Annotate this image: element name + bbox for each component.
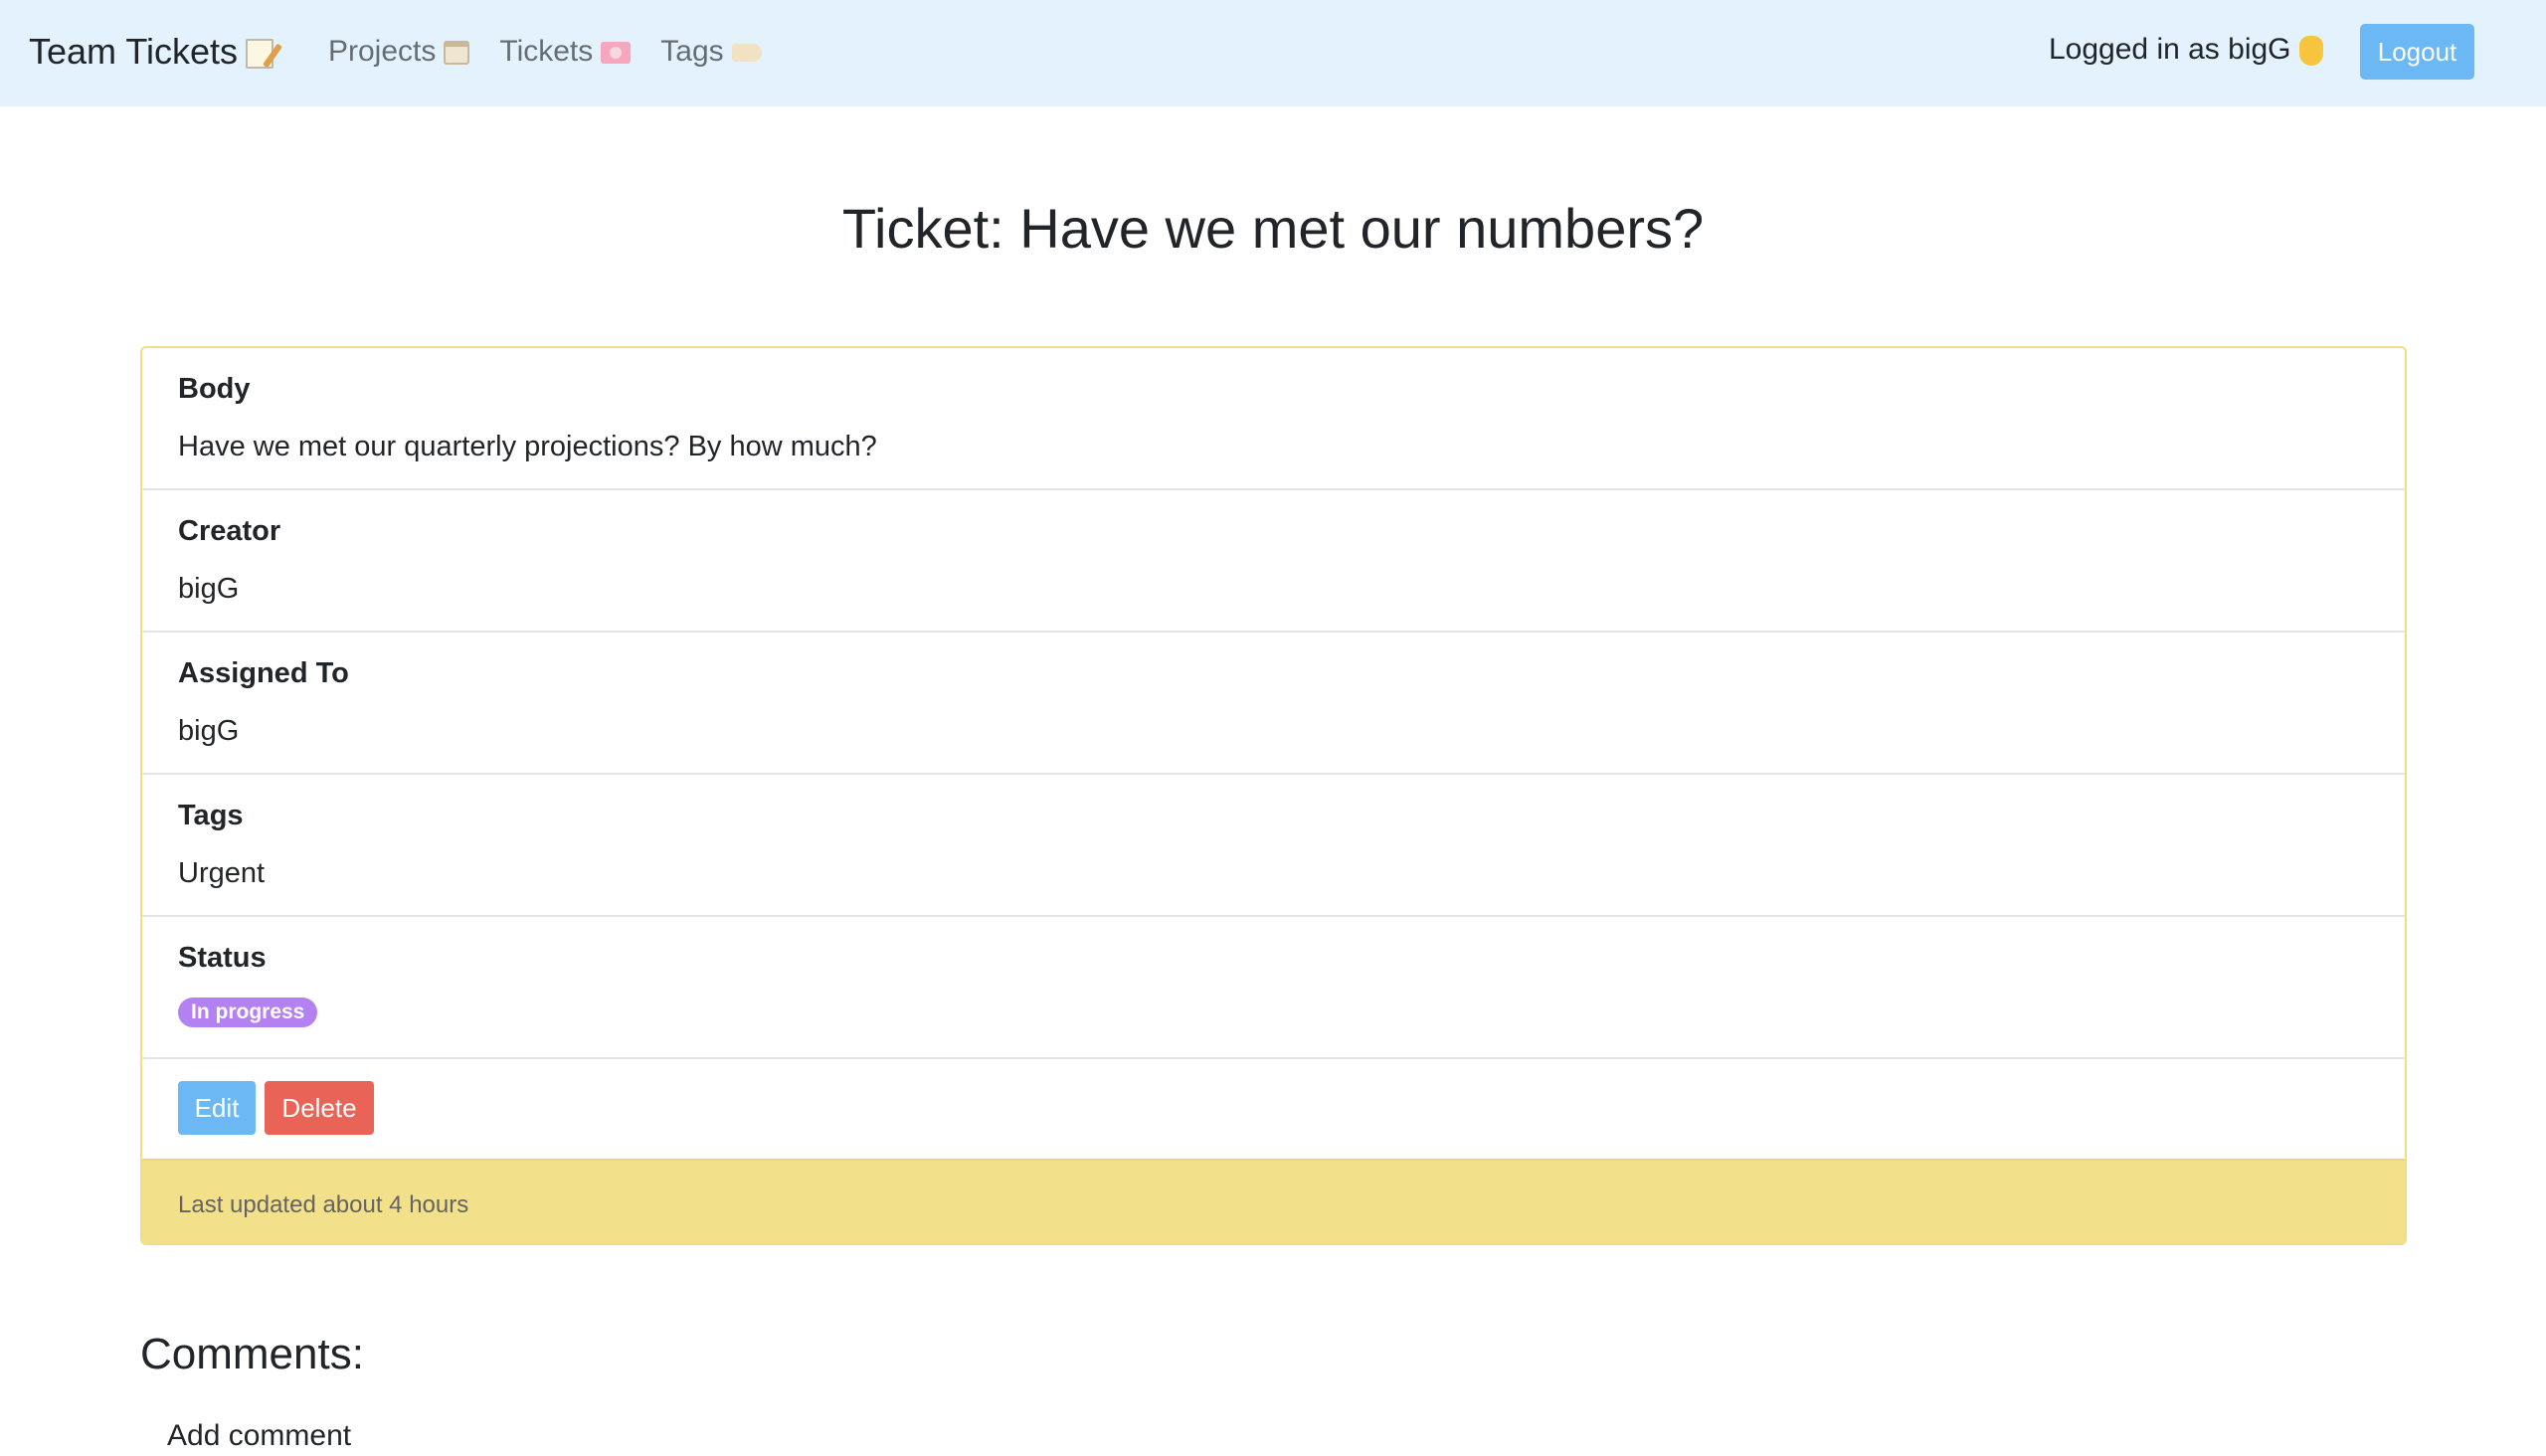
nav-link-label[interactable]: Projects [328, 35, 436, 68]
body-value: Have we met our quarterly projections? B… [178, 431, 877, 462]
add-comment-link[interactable]: Add comment [167, 1416, 351, 1456]
status-badge: In progress [178, 998, 318, 1027]
assigned-field: Assigned To bigG [142, 633, 2405, 775]
creator-field: Creator bigG [142, 490, 2405, 633]
calendar-icon [444, 41, 470, 66]
ticket-icon [601, 42, 632, 65]
ticket-card: Body Have we met our quarterly projectio… [140, 346, 2407, 1245]
status-field: Status In progress [142, 917, 2405, 1059]
label-tag-icon [731, 44, 762, 63]
delete-button[interactable]: Delete [265, 1081, 374, 1135]
memo-icon [246, 39, 274, 70]
assigned-value: bigG [178, 715, 240, 747]
brand[interactable]: Team Tickets [29, 27, 274, 77]
creator-value: bigG [178, 573, 240, 605]
assigned-label: Assigned To [178, 657, 349, 689]
card-footer: Last updated about 4 hours [142, 1159, 2405, 1243]
status-label: Status [178, 942, 267, 974]
logged-in-text: Logged in as bigG [2049, 33, 2291, 66]
body-field: Body Have we met our quarterly projectio… [142, 348, 2405, 490]
nav-link-label[interactable]: Tickets [499, 35, 593, 68]
tags-value: Urgent [178, 857, 266, 889]
body-label: Body [178, 373, 251, 405]
brand-label[interactable]: Team Tickets [29, 31, 238, 72]
nav-link-tags[interactable]: Tags [660, 27, 762, 77]
nav-link-projects[interactable]: Projects [328, 27, 470, 77]
edit-button[interactable]: Edit [178, 1081, 256, 1135]
tags-label: Tags [178, 800, 244, 831]
tags-field: Tags Urgent [142, 775, 2405, 917]
logged-in-status: Logged in as bigG [2049, 25, 2323, 75]
comments-heading: Comments: [140, 1330, 364, 1378]
navbar: Team Tickets Projects Tickets Tags Logge… [0, 0, 2546, 106]
creator-label: Creator [178, 515, 281, 547]
hand-icon [2298, 36, 2323, 67]
page-title: Ticket: Have we met our numbers? [841, 197, 1705, 260]
ticket-actions: Edit Delete [142, 1059, 2405, 1159]
nav-link-tickets[interactable]: Tickets [499, 27, 632, 77]
logout-button[interactable]: Logout [2360, 24, 2474, 80]
last-updated-text: Last updated about 4 hours [178, 1191, 469, 1218]
nav-links: Projects Tickets Tags [328, 27, 762, 77]
nav-link-label[interactable]: Tags [660, 35, 723, 68]
